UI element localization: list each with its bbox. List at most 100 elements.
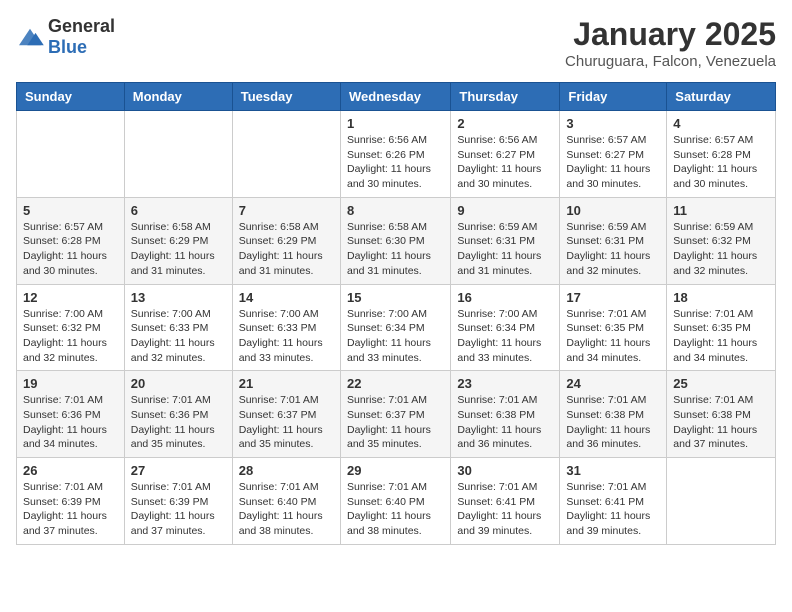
day-cell: 27 Sunrise: 7:01 AMSunset: 6:39 PMDayligh… — [124, 458, 232, 545]
day-cell — [124, 111, 232, 198]
day-cell: 28 Sunrise: 7:01 AMSunset: 6:40 PMDayligh… — [232, 458, 340, 545]
day-info: Sunrise: 7:00 AMSunset: 6:34 PMDaylight:… — [347, 307, 444, 366]
day-cell: 30 Sunrise: 7:01 AMSunset: 6:41 PMDayligh… — [451, 458, 560, 545]
day-info: Sunrise: 7:01 AMSunset: 6:35 PMDaylight:… — [673, 307, 769, 366]
weekday-header-monday: Monday — [124, 83, 232, 111]
weekday-header-friday: Friday — [560, 83, 667, 111]
day-number: 21 — [239, 376, 334, 391]
day-cell: 16 Sunrise: 7:00 AMSunset: 6:34 PMDayligh… — [451, 284, 560, 371]
day-cell — [232, 111, 340, 198]
day-info: Sunrise: 7:01 AMSunset: 6:40 PMDaylight:… — [239, 480, 334, 539]
day-number: 14 — [239, 290, 334, 305]
day-cell: 9 Sunrise: 6:59 AMSunset: 6:31 PMDaylight… — [451, 197, 560, 284]
day-cell: 22 Sunrise: 7:01 AMSunset: 6:37 PMDayligh… — [340, 371, 450, 458]
day-cell: 29 Sunrise: 7:01 AMSunset: 6:40 PMDayligh… — [340, 458, 450, 545]
weekday-header-thursday: Thursday — [451, 83, 560, 111]
weekday-header-wednesday: Wednesday — [340, 83, 450, 111]
day-number: 27 — [131, 463, 226, 478]
day-info: Sunrise: 6:59 AMSunset: 6:31 PMDaylight:… — [457, 220, 553, 279]
day-number: 3 — [566, 116, 660, 131]
day-number: 29 — [347, 463, 444, 478]
month-title: January 2025 — [565, 16, 776, 53]
day-info: Sunrise: 6:58 AMSunset: 6:29 PMDaylight:… — [239, 220, 334, 279]
day-cell: 5Sunrise: 6:57 AMSunset: 6:28 PMDaylight… — [17, 197, 125, 284]
day-cell: 26 Sunrise: 7:01 AMSunset: 6:39 PMDayligh… — [17, 458, 125, 545]
day-number: 4 — [673, 116, 769, 131]
location-subtitle: Churuguara, Falcon, Venezuela — [565, 53, 776, 70]
day-number: 6 — [131, 203, 226, 218]
day-cell — [667, 458, 776, 545]
day-info: Sunrise: 6:58 AMSunset: 6:29 PMDaylight:… — [131, 220, 226, 279]
day-cell: 31Sunrise: 7:01 AMSunset: 6:41 PMDayligh… — [560, 458, 667, 545]
day-number: 26 — [23, 463, 118, 478]
day-cell: 8 Sunrise: 6:58 AMSunset: 6:30 PMDaylight… — [340, 197, 450, 284]
day-cell: 25Sunrise: 7:01 AMSunset: 6:38 PMDayligh… — [667, 371, 776, 458]
day-number: 10 — [566, 203, 660, 218]
day-cell: 12 Sunrise: 7:00 AMSunset: 6:32 PMDayligh… — [17, 284, 125, 371]
day-number: 15 — [347, 290, 444, 305]
day-cell: 6 Sunrise: 6:58 AMSunset: 6:29 PMDaylight… — [124, 197, 232, 284]
day-cell: 2 Sunrise: 6:56 AMSunset: 6:27 PMDaylight… — [451, 111, 560, 198]
day-number: 28 — [239, 463, 334, 478]
logo: General Blue — [16, 16, 115, 58]
day-cell: 20 Sunrise: 7:01 AMSunset: 6:36 PMDayligh… — [124, 371, 232, 458]
day-cell: 14 Sunrise: 7:00 AMSunset: 6:33 PMDayligh… — [232, 284, 340, 371]
day-info: Sunrise: 7:01 AMSunset: 6:39 PMDaylight:… — [131, 480, 226, 539]
title-block: January 2025 Churuguara, Falcon, Venezue… — [565, 16, 776, 70]
weekday-header-row: SundayMondayTuesdayWednesdayThursdayFrid… — [17, 83, 776, 111]
day-number: 8 — [347, 203, 444, 218]
day-info: Sunrise: 7:01 AMSunset: 6:38 PMDaylight:… — [566, 393, 660, 452]
day-cell: 4 Sunrise: 6:57 AMSunset: 6:28 PMDaylight… — [667, 111, 776, 198]
day-info: Sunrise: 7:00 AMSunset: 6:34 PMDaylight:… — [457, 307, 553, 366]
day-info: Sunrise: 7:01 AMSunset: 6:36 PMDaylight:… — [131, 393, 226, 452]
day-number: 30 — [457, 463, 553, 478]
day-cell: 11 Sunrise: 6:59 AMSunset: 6:32 PMDayligh… — [667, 197, 776, 284]
day-number: 2 — [457, 116, 553, 131]
logo-icon — [16, 26, 44, 48]
day-number: 11 — [673, 203, 769, 218]
day-cell: 19Sunrise: 7:01 AMSunset: 6:36 PMDayligh… — [17, 371, 125, 458]
day-info: Sunrise: 6:57 AMSunset: 6:28 PMDaylight:… — [23, 220, 118, 279]
logo-blue: Blue — [48, 37, 87, 57]
page-header: General Blue January 2025 Churuguara, Fa… — [16, 16, 776, 70]
week-row-4: 19Sunrise: 7:01 AMSunset: 6:36 PMDayligh… — [17, 371, 776, 458]
day-number: 22 — [347, 376, 444, 391]
day-info: Sunrise: 7:01 AMSunset: 6:35 PMDaylight:… — [566, 307, 660, 366]
weekday-header-sunday: Sunday — [17, 83, 125, 111]
day-info: Sunrise: 7:01 AMSunset: 6:41 PMDaylight:… — [566, 480, 660, 539]
day-number: 9 — [457, 203, 553, 218]
week-row-2: 5Sunrise: 6:57 AMSunset: 6:28 PMDaylight… — [17, 197, 776, 284]
day-cell: 15 Sunrise: 7:00 AMSunset: 6:34 PMDayligh… — [340, 284, 450, 371]
day-number: 13 — [131, 290, 226, 305]
day-number: 12 — [23, 290, 118, 305]
week-row-5: 26 Sunrise: 7:01 AMSunset: 6:39 PMDayligh… — [17, 458, 776, 545]
day-info: Sunrise: 7:00 AMSunset: 6:32 PMDaylight:… — [23, 307, 118, 366]
day-info: Sunrise: 6:58 AMSunset: 6:30 PMDaylight:… — [347, 220, 444, 279]
day-number: 16 — [457, 290, 553, 305]
day-info: Sunrise: 7:00 AMSunset: 6:33 PMDaylight:… — [239, 307, 334, 366]
day-info: Sunrise: 7:01 AMSunset: 6:41 PMDaylight:… — [457, 480, 553, 539]
day-cell: 21Sunrise: 7:01 AMSunset: 6:37 PMDayligh… — [232, 371, 340, 458]
week-row-3: 12 Sunrise: 7:00 AMSunset: 6:32 PMDayligh… — [17, 284, 776, 371]
weekday-header-saturday: Saturday — [667, 83, 776, 111]
day-info: Sunrise: 7:01 AMSunset: 6:40 PMDaylight:… — [347, 480, 444, 539]
day-info: Sunrise: 6:56 AMSunset: 6:27 PMDaylight:… — [457, 133, 553, 192]
day-number: 20 — [131, 376, 226, 391]
day-info: Sunrise: 6:59 AMSunset: 6:32 PMDaylight:… — [673, 220, 769, 279]
day-number: 17 — [566, 290, 660, 305]
day-info: Sunrise: 7:01 AMSunset: 6:37 PMDaylight:… — [347, 393, 444, 452]
day-cell: 18Sunrise: 7:01 AMSunset: 6:35 PMDayligh… — [667, 284, 776, 371]
day-number: 24 — [566, 376, 660, 391]
day-number: 23 — [457, 376, 553, 391]
day-info: Sunrise: 6:57 AMSunset: 6:28 PMDaylight:… — [673, 133, 769, 192]
day-cell: 10Sunrise: 6:59 AMSunset: 6:31 PMDayligh… — [560, 197, 667, 284]
day-info: Sunrise: 7:01 AMSunset: 6:39 PMDaylight:… — [23, 480, 118, 539]
day-cell: 24 Sunrise: 7:01 AMSunset: 6:38 PMDayligh… — [560, 371, 667, 458]
weekday-header-tuesday: Tuesday — [232, 83, 340, 111]
logo-general: General — [48, 16, 115, 36]
day-number: 1 — [347, 116, 444, 131]
day-info: Sunrise: 7:01 AMSunset: 6:38 PMDaylight:… — [457, 393, 553, 452]
day-cell: 13Sunrise: 7:00 AMSunset: 6:33 PMDayligh… — [124, 284, 232, 371]
day-number: 7 — [239, 203, 334, 218]
day-cell: 3Sunrise: 6:57 AMSunset: 6:27 PMDaylight… — [560, 111, 667, 198]
